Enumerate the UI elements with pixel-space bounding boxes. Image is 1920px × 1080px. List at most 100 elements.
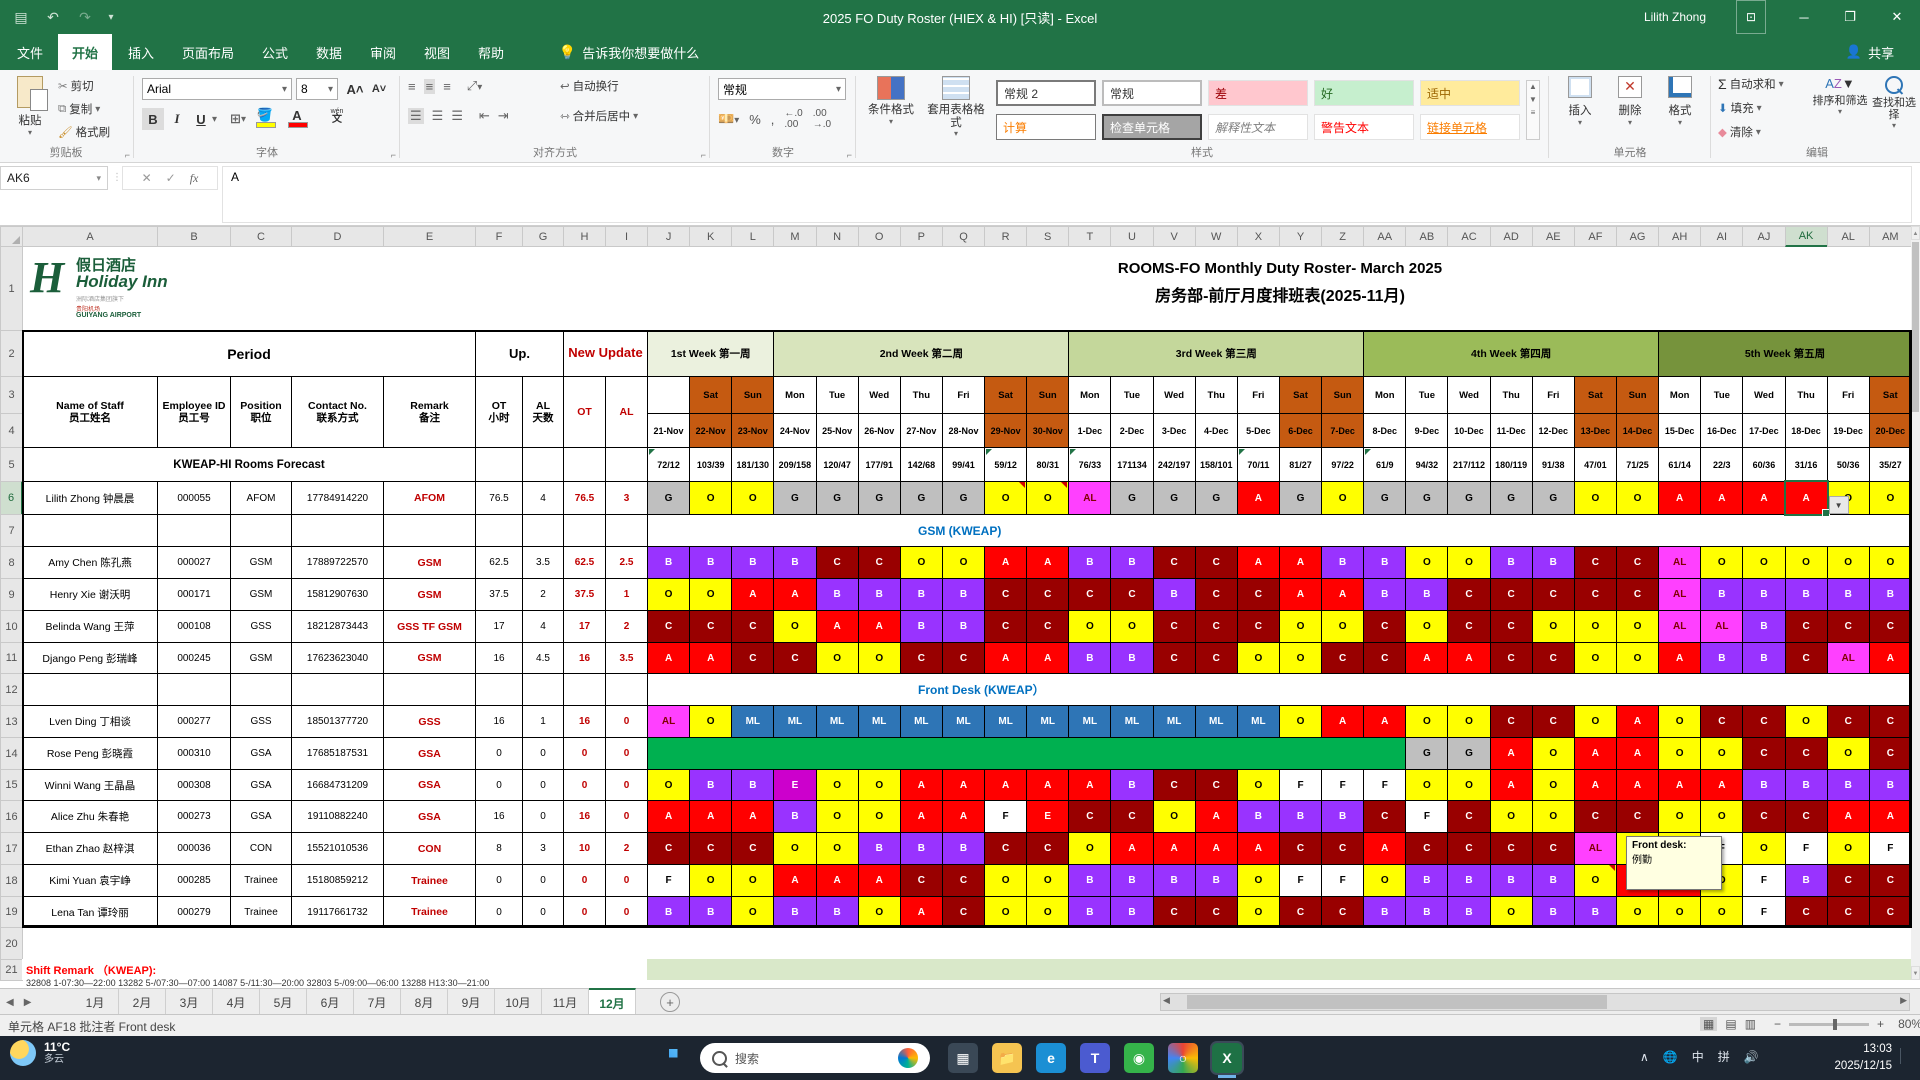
taskview-icon[interactable]: ▦ (948, 1043, 978, 1073)
duty-cell-13-AG[interactable]: A (1616, 705, 1659, 738)
duty-cell-11-AL[interactable]: AL (1827, 642, 1870, 674)
forecast-14-Dec[interactable]: 71/25 (1616, 447, 1659, 482)
staff-al-days[interactable]: 3.5 (522, 546, 564, 579)
duty-cell-10-M[interactable]: O (773, 610, 816, 643)
column-header-AB[interactable]: AB (1405, 226, 1448, 247)
duty-cell-16-AC[interactable]: C (1447, 800, 1490, 833)
duty-cell-11-AK[interactable]: C (1785, 642, 1828, 674)
date-30-Nov[interactable]: 30-Nov (1026, 413, 1069, 448)
duty-cell-8-Q[interactable]: O (942, 546, 985, 579)
duty-cell-14-AE[interactable]: O (1532, 737, 1575, 770)
date-20-Dec[interactable]: 20-Dec (1869, 413, 1912, 448)
duty-cell-13-S[interactable]: ML (1026, 705, 1069, 738)
staff-al-new[interactable]: 1 (605, 578, 648, 611)
duty-cell-9-AM[interactable]: B (1869, 578, 1912, 611)
week-band-4[interactable]: 4th Week 第四周 (1363, 330, 1659, 377)
volume-icon[interactable]: 🔊 (1744, 1050, 1759, 1064)
duty-cell-8-Y[interactable]: A (1279, 546, 1322, 579)
forecast-19-Dec[interactable]: 50/36 (1827, 447, 1870, 482)
duty-cell-17-AB[interactable]: C (1405, 832, 1448, 865)
duty-cell-11-L[interactable]: C (731, 642, 774, 674)
column-header-K[interactable]: K (689, 226, 732, 247)
duty-cell-18-P[interactable]: C (900, 864, 943, 897)
column-header-U[interactable]: U (1110, 226, 1153, 247)
duty-cell-19-AD[interactable]: O (1490, 896, 1533, 928)
duty-cell-6-AB[interactable]: G (1405, 481, 1448, 515)
left-col-header-8[interactable]: AL (605, 376, 648, 448)
row-header-20[interactable]: 20 (0, 927, 23, 960)
duty-cell-17-V[interactable]: A (1153, 832, 1196, 865)
staff-remark[interactable]: GSS (383, 705, 476, 738)
duty-cell-18-V[interactable]: B (1153, 864, 1196, 897)
duty-cell-10-W[interactable]: C (1195, 610, 1238, 643)
column-header-AG[interactable]: AG (1616, 226, 1659, 247)
row-header-3[interactable]: 3 (0, 376, 23, 414)
left-blank-r5[interactable] (605, 447, 648, 482)
sheet-tab-9月[interactable]: 9月 (448, 989, 495, 1015)
duty-cell-8-L[interactable]: B (731, 546, 774, 579)
duty-cell-17-O[interactable]: B (858, 832, 901, 865)
duty-cell-6-AA[interactable]: G (1363, 481, 1406, 515)
duty-cell-13-T[interactable]: ML (1068, 705, 1111, 738)
staff-contact[interactable]: 15812907630 (291, 578, 384, 611)
staff-ot-new[interactable]: 76.5 (563, 481, 606, 515)
staff-contact[interactable]: 17685187531 (291, 737, 384, 770)
qat-customize-icon[interactable]: ▾ (100, 0, 122, 34)
staff-id[interactable]: 000285 (157, 864, 231, 897)
row-header-21[interactable]: 21 (0, 959, 23, 981)
left-col-header-0[interactable]: Name of Staff员工姓名 (22, 376, 158, 448)
duty-cell-16-AG[interactable]: C (1616, 800, 1659, 833)
duty-cell-10-O[interactable]: A (858, 610, 901, 643)
date-1-Dec[interactable]: 1-Dec (1068, 413, 1111, 448)
date-21-Nov[interactable]: 21-Nov (647, 413, 690, 448)
duty-cell-18-AC[interactable]: B (1447, 864, 1490, 897)
duty-cell-6-M[interactable]: G (773, 481, 816, 515)
duty-cell-19-AH[interactable]: O (1658, 896, 1701, 928)
staff-al-new[interactable]: 0 (605, 705, 648, 738)
duty-cell-17-Y[interactable]: C (1279, 832, 1322, 865)
duty-cell-11-Q[interactable]: C (942, 642, 985, 674)
date-3-Dec[interactable]: 3-Dec (1153, 413, 1196, 448)
sheet-tab-8月[interactable]: 8月 (401, 989, 448, 1015)
duty-cell-18-AK[interactable]: B (1785, 864, 1828, 897)
staff-contact[interactable]: 16684731209 (291, 769, 384, 801)
column-header-B[interactable]: B (157, 226, 231, 247)
duty-cell-6-K[interactable]: O (689, 481, 732, 515)
restore-button[interactable]: ❐ (1828, 0, 1872, 34)
duty-cell-13-N[interactable]: ML (816, 705, 859, 738)
staff-id[interactable]: 000036 (157, 832, 231, 865)
column-header-AK[interactable]: AK (1785, 226, 1828, 247)
duty-cell-14-AI[interactable]: O (1700, 737, 1743, 770)
name-box[interactable]: AK6▾ (0, 166, 108, 190)
duty-cell-14-AC[interactable]: G (1447, 737, 1490, 770)
duty-cell-15-Z[interactable]: F (1321, 769, 1364, 801)
duty-cell-8-X[interactable]: A (1237, 546, 1280, 579)
duty-cell-6-AH[interactable]: A (1658, 481, 1701, 515)
staff-ot-new[interactable]: 16 (563, 642, 606, 674)
duty-cell-19-O[interactable]: O (858, 896, 901, 928)
forecast-24-Nov[interactable]: 209/158 (773, 447, 816, 482)
file-explorer-icon[interactable]: 📁 (992, 1043, 1022, 1073)
row-header-7[interactable]: 7 (0, 514, 23, 547)
row-header-5[interactable]: 5 (0, 447, 23, 482)
sec-left-blank[interactable] (475, 673, 523, 706)
duty-cell-11-N[interactable]: O (816, 642, 859, 674)
staff-position[interactable]: Trainee (230, 864, 292, 897)
duty-cell-8-R[interactable]: A (984, 546, 1027, 579)
staff-ot-hours[interactable]: 37.5 (475, 578, 523, 611)
duty-cell-19-AG[interactable]: O (1616, 896, 1659, 928)
duty-cell-19-L[interactable]: O (731, 896, 774, 928)
close-button[interactable]: ✕ (1874, 0, 1920, 34)
duty-cell-11-U[interactable]: B (1110, 642, 1153, 674)
duty-cell-9-AG[interactable]: C (1616, 578, 1659, 611)
staff-al-new[interactable]: 0 (605, 864, 648, 897)
duty-cell-9-Z[interactable]: A (1321, 578, 1364, 611)
column-header-L[interactable]: L (731, 226, 774, 247)
staff-id[interactable]: 000171 (157, 578, 231, 611)
forecast-5-Dec[interactable]: 70/11 (1237, 447, 1280, 482)
sec-left-blank[interactable] (22, 514, 158, 547)
chrome-icon[interactable]: ○ (1168, 1043, 1198, 1073)
column-header-AL[interactable]: AL (1827, 226, 1870, 247)
column-header-AD[interactable]: AD (1490, 226, 1533, 247)
staff-contact[interactable]: 17889722570 (291, 546, 384, 579)
